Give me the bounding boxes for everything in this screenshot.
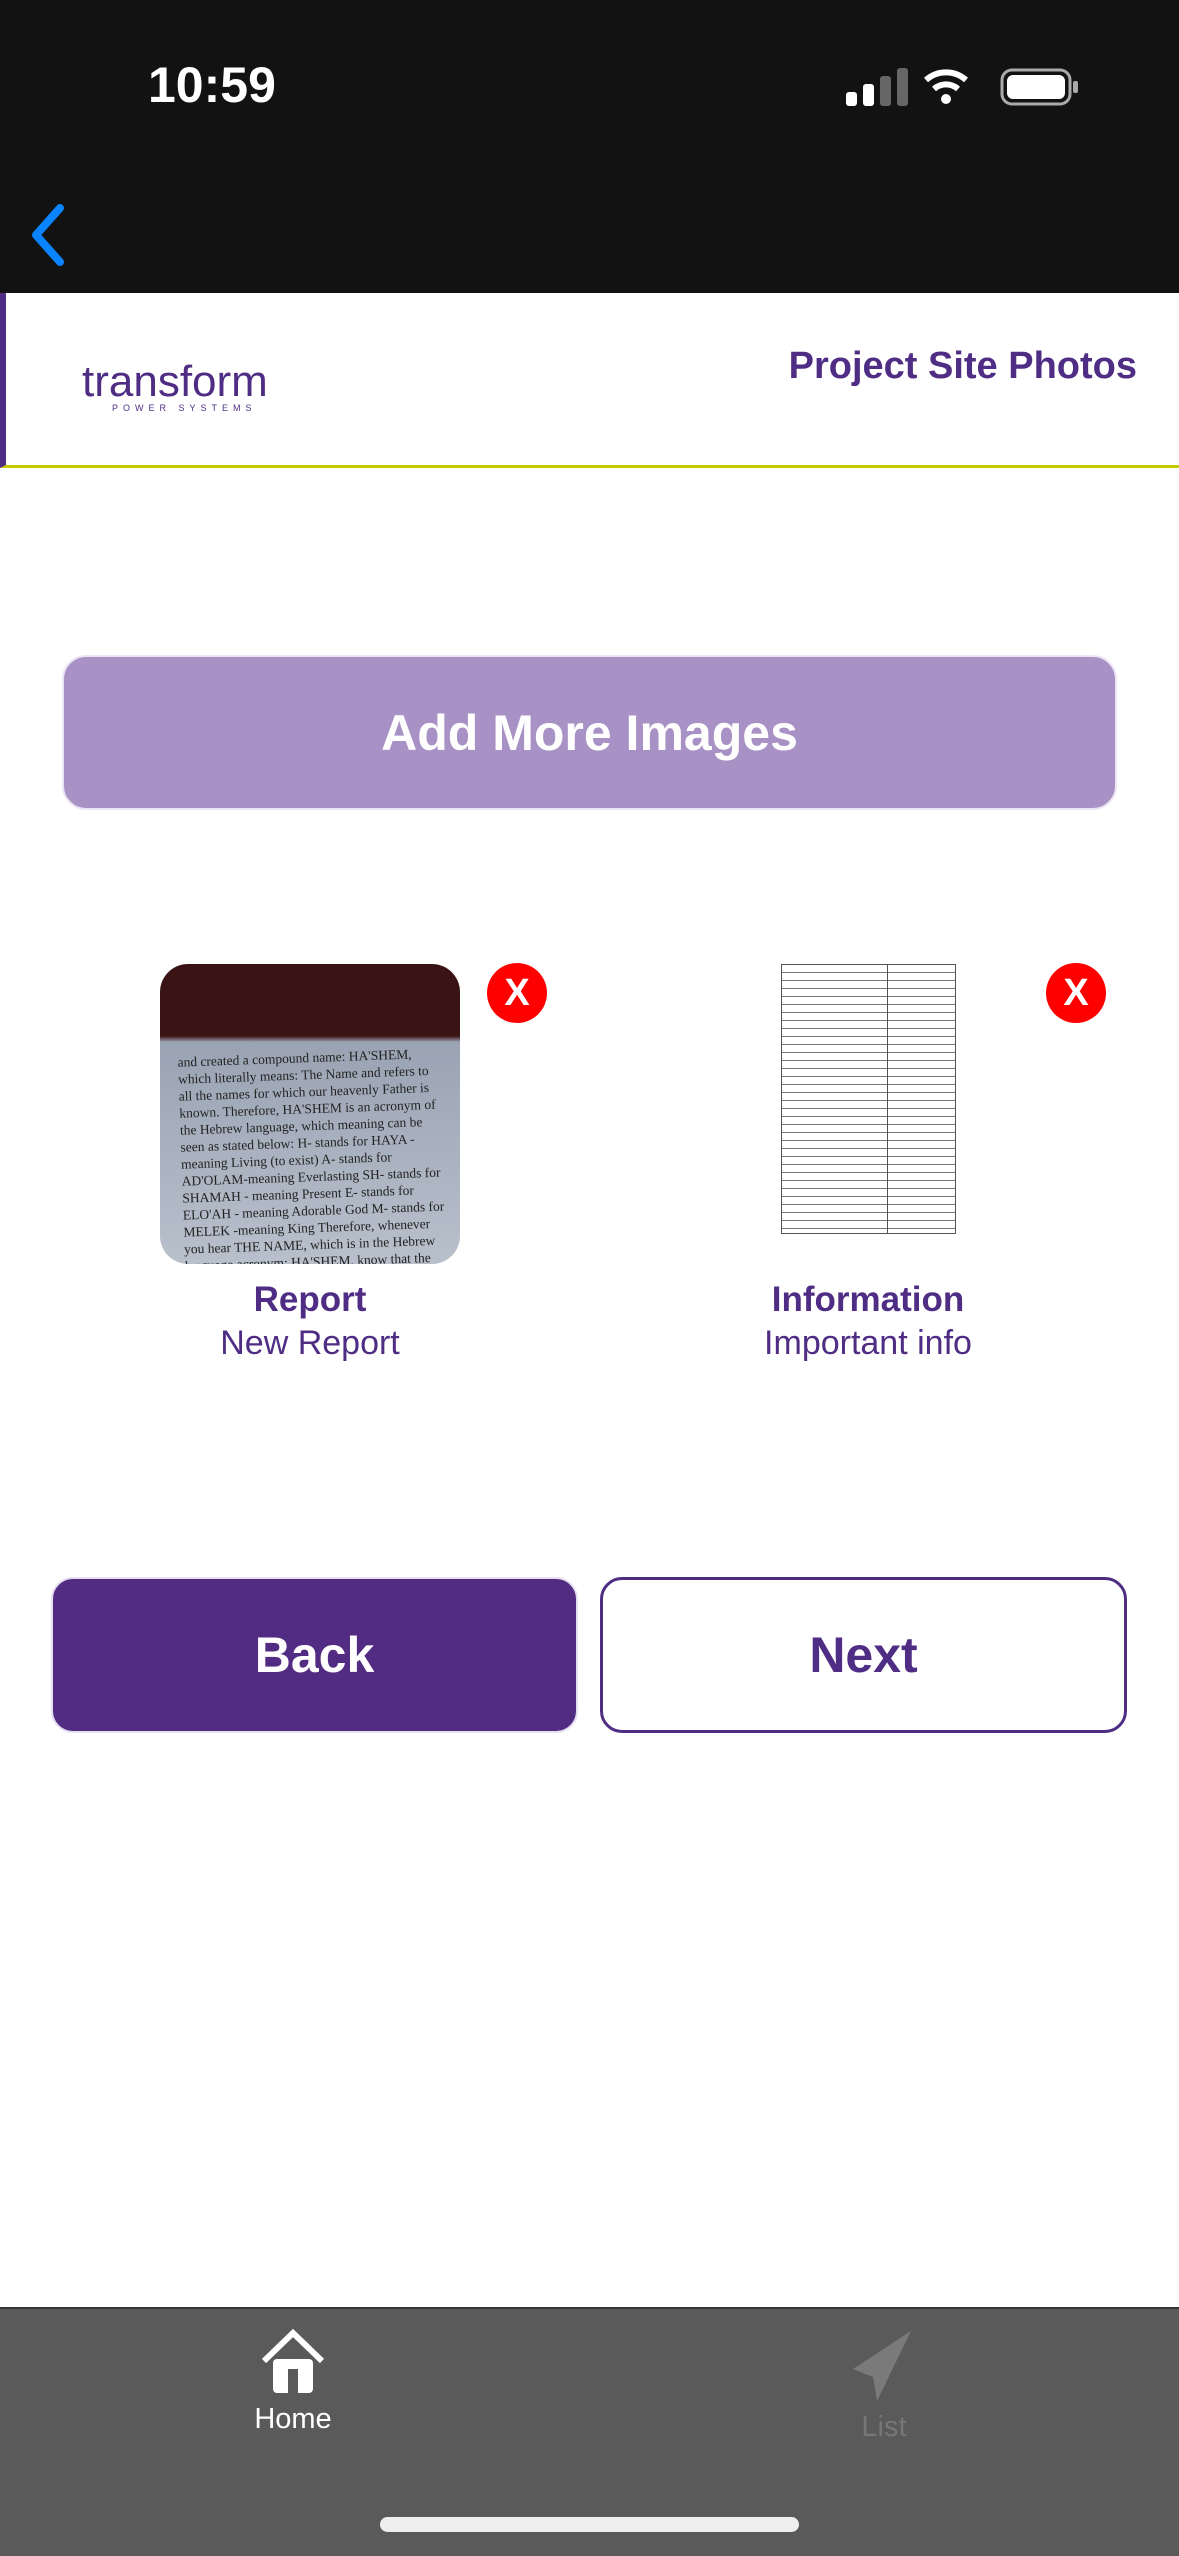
image-caption: Report New Report — [220, 1280, 400, 1362]
app-header: transform POWER SYSTEMS Project Site Pho… — [0, 293, 1179, 468]
table-image — [781, 964, 956, 1234]
back-button[interactable]: Back — [51, 1577, 578, 1733]
image-caption: Information Important info — [764, 1280, 972, 1362]
home-icon — [261, 2329, 325, 2393]
company-logo: transform POWER SYSTEMS — [82, 357, 268, 413]
back-chevron-icon[interactable] — [22, 200, 82, 270]
signal-icon — [846, 68, 908, 106]
next-button[interactable]: Next — [600, 1577, 1127, 1733]
clock: 10:59 — [148, 57, 276, 113]
remove-image-button[interactable]: X — [487, 963, 547, 1023]
status-bar: 10:59 — [0, 0, 1179, 293]
tab-home[interactable]: Home — [193, 2329, 393, 2436]
wifi-icon — [924, 69, 968, 104]
page-title: Project Site Photos — [788, 345, 1137, 387]
add-more-images-button[interactable]: Add More Images — [62, 655, 1117, 810]
home-indicator — [380, 2517, 799, 2532]
remove-image-button[interactable]: X — [1046, 963, 1106, 1023]
tab-list[interactable]: List — [784, 2329, 984, 2444]
image-thumbnail-information[interactable] — [726, 964, 1011, 1264]
battery-icon — [1000, 68, 1078, 106]
paper-plane-icon — [853, 2331, 911, 2401]
image-thumbnail-report[interactable]: and created a compound name: HA'SHEM, wh… — [160, 964, 460, 1264]
